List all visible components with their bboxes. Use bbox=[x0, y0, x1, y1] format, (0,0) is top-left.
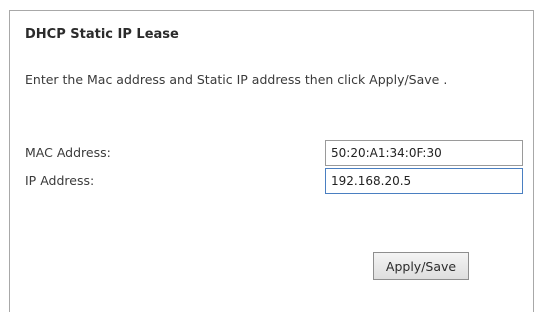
page-title: DHCP Static IP Lease bbox=[25, 27, 179, 42]
mac-address-input[interactable] bbox=[325, 140, 523, 166]
instructions-text: Enter the Mac address and Static IP addr… bbox=[25, 72, 448, 87]
mac-address-label: MAC Address: bbox=[25, 145, 111, 160]
apply-save-button[interactable]: Apply/Save bbox=[373, 252, 469, 280]
ip-address-label: IP Address: bbox=[25, 173, 95, 188]
ip-address-input[interactable] bbox=[325, 168, 523, 194]
